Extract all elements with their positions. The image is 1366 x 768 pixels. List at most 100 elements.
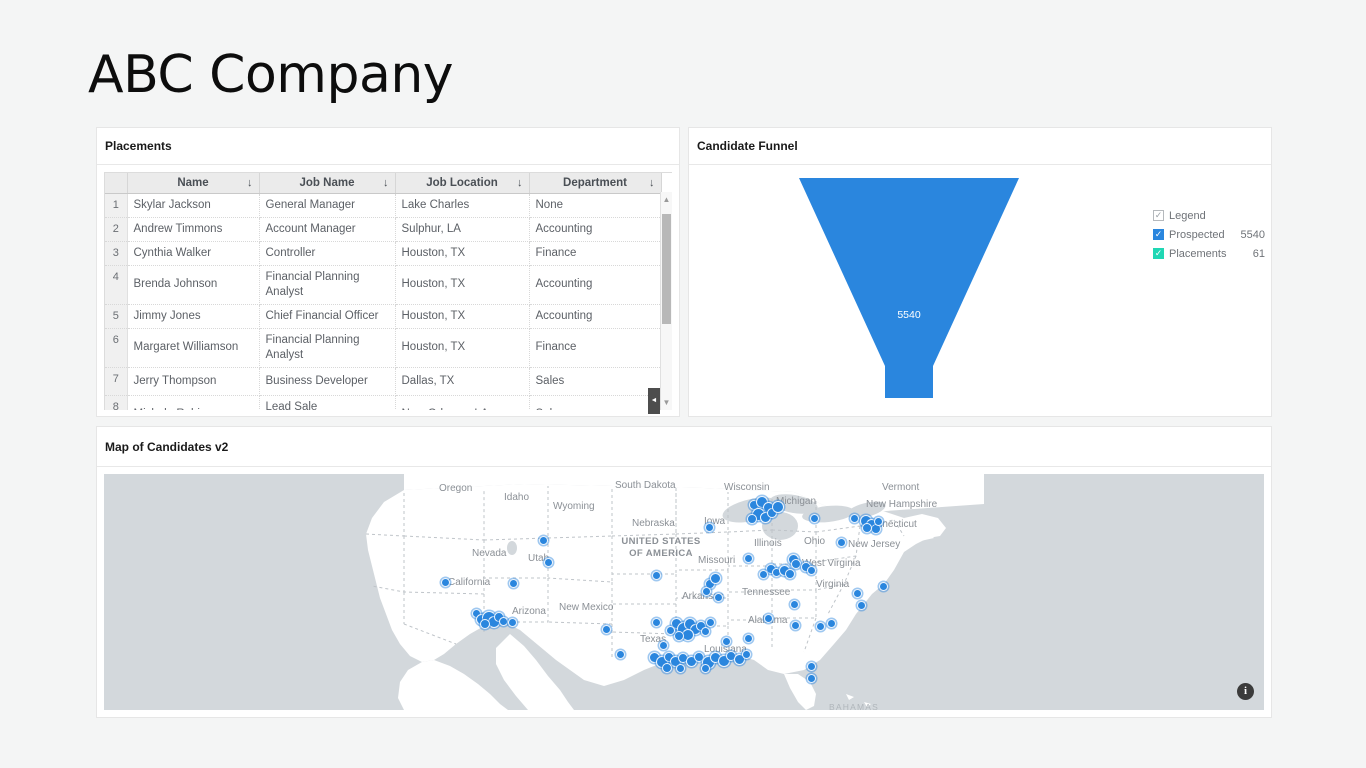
map-marker[interactable]: [706, 618, 715, 627]
arrow-down-icon[interactable]: ↓: [383, 177, 389, 189]
map-marker[interactable]: [508, 618, 517, 627]
funnel-shape[interactable]: [799, 178, 1029, 398]
map-marker[interactable]: [759, 570, 768, 579]
table-row[interactable]: 4 Brenda Johnson Financial Planning Anal…: [105, 265, 662, 305]
cell-job-location: Sulphur, LA: [395, 217, 530, 242]
map-marker[interactable]: [701, 664, 710, 673]
column-header-job-location[interactable]: Job Location ↓: [395, 173, 530, 194]
map-marker[interactable]: [616, 650, 625, 659]
map-marker[interactable]: [853, 589, 862, 598]
row-number: 5: [105, 304, 128, 329]
map-marker[interactable]: [837, 538, 846, 547]
placements-table-viewport[interactable]: Name ↓ Job Name ↓ Job Location ↓ Departm…: [104, 172, 672, 410]
map-canvas[interactable]: Oregon Idaho Wyoming South Dakota Nebras…: [104, 474, 1264, 710]
legend-checkbox-prospected-icon[interactable]: ✓: [1153, 229, 1164, 240]
cell-name: Michele Robinson: [127, 395, 260, 410]
cell-name: Brenda Johnson: [127, 265, 260, 305]
scrollbar-thumb[interactable]: [662, 214, 671, 324]
map-marker[interactable]: [602, 625, 611, 634]
map-marker[interactable]: [744, 554, 753, 563]
map-marker[interactable]: [862, 523, 872, 533]
map-marker[interactable]: [807, 566, 816, 575]
map-marker[interactable]: [764, 614, 773, 623]
map-marker[interactable]: [666, 626, 675, 635]
map-marker[interactable]: [714, 593, 723, 602]
arrow-down-icon[interactable]: ↓: [517, 177, 523, 189]
map-marker[interactable]: [480, 619, 490, 629]
map-marker[interactable]: [807, 662, 816, 671]
map-marker[interactable]: [676, 664, 685, 673]
table-row[interactable]: 1 Skylar Jackson General Manager Lake Ch…: [105, 193, 662, 218]
legend-label-prospected: Prospected: [1169, 228, 1225, 241]
table-row[interactable]: 5 Jimmy Jones Chief Financial Officer Ho…: [105, 304, 662, 329]
map-marker[interactable]: [744, 634, 753, 643]
map-marker[interactable]: [702, 587, 711, 596]
map-marker[interactable]: [772, 501, 784, 513]
map-marker[interactable]: [705, 523, 714, 532]
map-marker[interactable]: [674, 631, 684, 641]
map-marker[interactable]: [499, 617, 508, 626]
funnel-value-label: 5540: [897, 309, 921, 321]
cell-job-location: Dallas, TX: [395, 367, 530, 396]
column-header-name[interactable]: Name ↓: [127, 173, 260, 194]
cell-department: None: [529, 193, 662, 218]
cell-name: Jerry Thompson: [127, 367, 260, 396]
cell-job-name: Account Manager: [259, 217, 396, 242]
map-marker[interactable]: [539, 536, 548, 545]
map-marker[interactable]: [659, 641, 668, 650]
column-header-job-name[interactable]: Job Name ↓: [259, 173, 396, 194]
table-row[interactable]: 8 Michele Robinson Lead Sale Representat…: [105, 395, 662, 410]
column-header-department[interactable]: Department ↓: [529, 173, 662, 194]
map-marker[interactable]: [747, 514, 757, 524]
map-marker[interactable]: [850, 514, 859, 523]
map-marker[interactable]: [509, 579, 518, 588]
map-marker[interactable]: [879, 582, 888, 591]
map-marker[interactable]: [544, 558, 553, 567]
cell-job-name: Chief Financial Officer: [259, 304, 396, 329]
legend-label-placements: Placements: [1169, 247, 1227, 260]
cell-department: Accounting: [529, 304, 662, 329]
legend-header-row[interactable]: ✓ Legend: [1153, 206, 1265, 225]
map-marker[interactable]: [652, 571, 661, 580]
map-marker[interactable]: [807, 674, 816, 683]
table-row[interactable]: 2 Andrew Timmons Account Manager Sulphur…: [105, 217, 662, 242]
map-label-country-line1: UNITED STATES: [621, 536, 701, 547]
map-marker[interactable]: [785, 569, 795, 579]
map-marker[interactable]: [701, 627, 710, 636]
arrow-down-icon[interactable]: ↓: [649, 177, 655, 189]
map-marker[interactable]: [810, 514, 819, 523]
legend-item-placements[interactable]: ✓ Placements 61: [1153, 244, 1265, 263]
legend-checkbox-icon[interactable]: ✓: [1153, 210, 1164, 221]
cell-name: Andrew Timmons: [127, 217, 260, 242]
arrow-down-icon[interactable]: ↓: [247, 177, 253, 189]
funnel-legend: ✓ Legend ✓ Prospected 5540 ✓ Placements …: [1153, 206, 1265, 263]
map-marker[interactable]: [874, 517, 883, 526]
map-marker[interactable]: [816, 622, 825, 631]
map-marker[interactable]: [791, 621, 800, 630]
table-vertical-scrollbar[interactable]: ▲ ▼: [660, 192, 672, 410]
table-horizontal-scrollbar-nub[interactable]: ◄: [648, 388, 660, 414]
map-marker[interactable]: [742, 650, 751, 659]
map-marker[interactable]: [827, 619, 836, 628]
map-marker[interactable]: [790, 600, 799, 609]
column-header-name-label: Name: [177, 176, 209, 189]
map-marker[interactable]: [710, 573, 721, 584]
map-marker[interactable]: [722, 637, 731, 646]
map-marker[interactable]: [441, 578, 450, 587]
scroll-down-arrow-icon[interactable]: ▼: [661, 397, 672, 408]
table-row[interactable]: 6 Margaret Williamson Financial Planning…: [105, 328, 662, 368]
map-marker[interactable]: [662, 663, 672, 673]
map-marker[interactable]: [652, 618, 661, 627]
map-info-icon[interactable]: i: [1237, 683, 1254, 700]
scroll-up-arrow-icon[interactable]: ▲: [661, 194, 672, 205]
cell-job-location: New Orleans, LA: [395, 395, 530, 410]
table-row[interactable]: 3 Cynthia Walker Controller Houston, TX …: [105, 241, 662, 266]
table-row[interactable]: 7 Jerry Thompson Business Developer Dall…: [105, 367, 662, 396]
cell-department: Finance: [529, 241, 662, 266]
legend-checkbox-placements-icon[interactable]: ✓: [1153, 248, 1164, 259]
map-marker[interactable]: [791, 559, 801, 569]
cell-name: Cynthia Walker: [127, 241, 260, 266]
map-marker[interactable]: [857, 601, 866, 610]
cell-job-name: Business Developer: [259, 367, 396, 396]
legend-item-prospected[interactable]: ✓ Prospected 5540: [1153, 225, 1265, 244]
